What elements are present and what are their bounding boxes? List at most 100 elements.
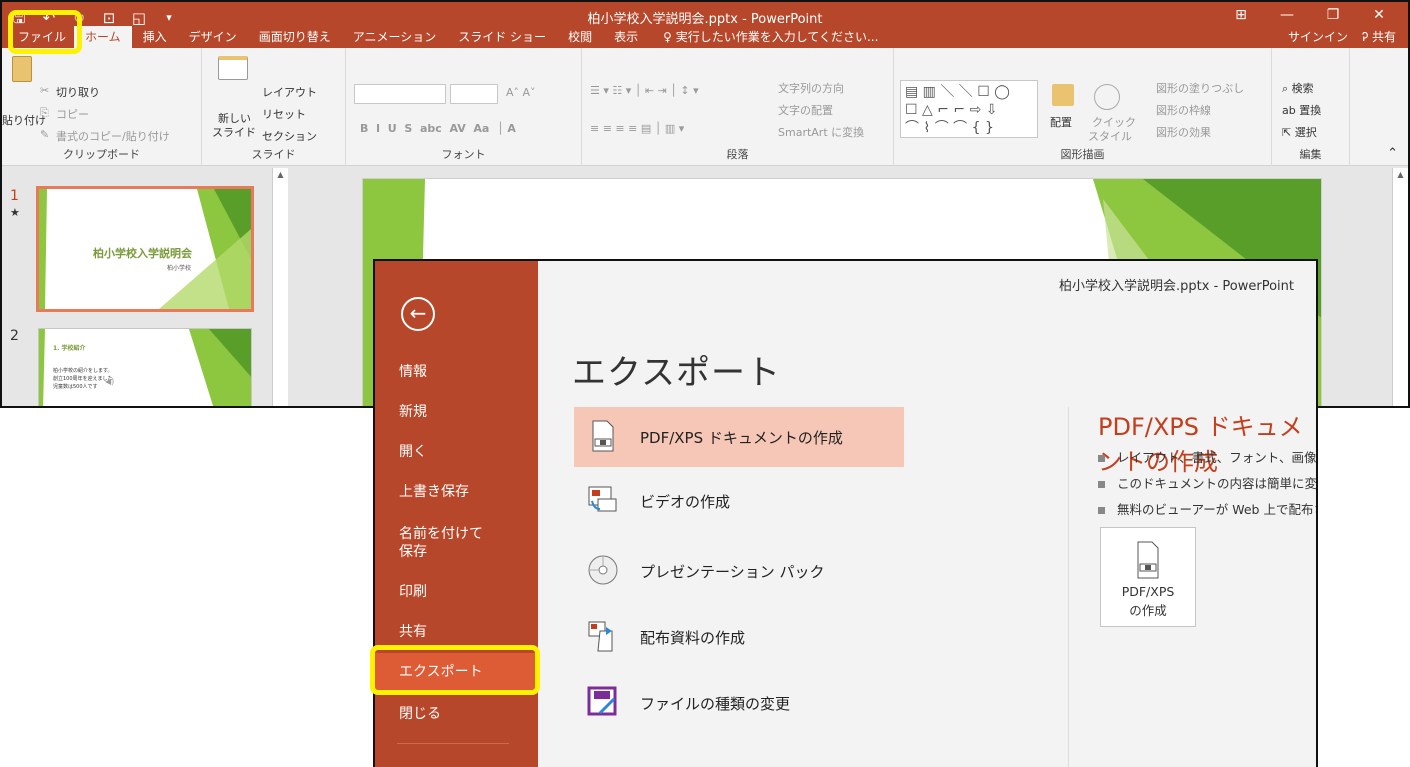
close-icon[interactable]: ✕ — [1356, 4, 1402, 26]
scroll-up-icon[interactable]: ▲ — [273, 168, 288, 182]
details-bullet-3-text: 無料のビューアーが Web 上で配布されています — [1117, 502, 1316, 517]
find-label: 検索 — [1291, 82, 1314, 95]
group-editing: ⌕ 検索 ab 置換 ⇱ 選択 編集 — [1272, 48, 1350, 166]
details-bullet-1: レイアウト、書式、フォント、画像がそのまま維持されます — [1098, 447, 1316, 466]
export-option-pdf[interactable]: PDF/XPS ドキュメントの作成 — [574, 407, 904, 467]
new-slide-line2[interactable]: スライド — [212, 124, 256, 140]
create-pdf-xps-button[interactable]: PDF/XPS の作成 — [1100, 527, 1196, 627]
text-direction-button[interactable]: 文字列の方向 — [778, 80, 844, 96]
font-format-buttons[interactable]: B I U S abc AV Aa │ A — [360, 122, 516, 135]
tab-slideshow[interactable]: スライド ショー — [447, 26, 557, 48]
group-paragraph: ☰ ▾ ☷ ▾ │ ⇤ ⇥ │ ↕ ▾ ≡ ≡ ≡ ≡ ▤ │ ▥ ▾ 文字列の… — [582, 48, 894, 166]
backstage-item-share[interactable]: 共有 — [375, 623, 538, 641]
grow-font-icon[interactable]: A˄ A˅ — [506, 86, 536, 99]
export-option-video[interactable]: ビデオの作成 — [574, 471, 904, 531]
slide2-line2: 創立100周年を迎えました — [53, 376, 113, 382]
slide1-thumbnail[interactable]: 柏小学校入学説明会 柏小学校 — [36, 186, 254, 312]
lightbulb-icon: ♀ — [663, 30, 676, 44]
paragraph-group-label: 段落 — [726, 148, 749, 161]
window-title: 柏小学校入学説明会.pptx - PowerPoint — [587, 12, 823, 27]
share-button[interactable]: Ꭾ 共有 — [1362, 26, 1396, 48]
ribbon-tabs: ファイル ホーム 挿入 デザイン 画面切り替え アニメーション スライド ショー… — [2, 26, 1408, 48]
alignment-icons[interactable]: ≡ ≡ ≡ ≡ ▤ │ ▥ ▾ — [590, 122, 684, 135]
backstage-item-save-as[interactable]: 名前を付けて 保存 — [375, 525, 538, 561]
collapse-ribbon-icon[interactable]: ⌃ — [1387, 146, 1398, 161]
backstage-item-print[interactable]: 印刷 — [375, 583, 538, 601]
reset-button[interactable]: リセット — [262, 106, 306, 122]
backstage-separator — [397, 743, 509, 744]
format-painter-button[interactable]: 書式のコピー/貼り付け — [56, 128, 170, 144]
paste-icon[interactable] — [12, 56, 32, 82]
tab-transitions[interactable]: 画面切り替え — [248, 26, 342, 48]
maximize-icon[interactable]: ❐ — [1310, 4, 1356, 26]
backstage-item-save[interactable]: 上書き保存 — [375, 483, 538, 501]
backstage-item-open[interactable]: 開く — [375, 443, 538, 461]
shape-fill-button[interactable]: 図形の塗りつぶし — [1156, 80, 1244, 96]
export-option-package[interactable]: プレゼンテーション パック — [574, 541, 904, 601]
copy-icon: ⎘ — [40, 106, 49, 119]
replace-button[interactable]: ab 置換 — [1282, 102, 1321, 118]
font-size-combo[interactable] — [450, 84, 498, 104]
bullets-icon[interactable]: ☰ ▾ ☷ ▾ │ ⇤ ⇥ │ ↕ ▾ — [590, 84, 699, 97]
new-slide-icon[interactable] — [218, 56, 248, 80]
editor-scrollbar[interactable]: ▲ — [1392, 168, 1408, 406]
select-button[interactable]: ⇱ 選択 — [1282, 124, 1317, 140]
copy-button[interactable]: コピー — [56, 106, 89, 122]
thumbnail-scrollbar[interactable]: ▲ — [272, 168, 288, 406]
pdf-document-icon — [592, 420, 614, 452]
layout-button[interactable]: レイアウト — [262, 84, 317, 100]
arrange-icon[interactable] — [1052, 84, 1074, 106]
format-painter-icon: ✎ — [40, 128, 50, 141]
export-option-handouts[interactable]: 配布資料の作成 — [574, 607, 904, 667]
ribbon-display-options-icon[interactable]: ⊞ — [1218, 4, 1264, 26]
window-controls: ⊞ — ❐ ✕ — [1218, 4, 1402, 26]
smartart-button[interactable]: SmartArt に変換 — [778, 124, 864, 140]
arrange-button[interactable]: 配置 — [1050, 114, 1072, 130]
export-option-change-type[interactable]: ファイルの種類の変更 — [574, 673, 904, 733]
slide2-line1: 柏小学校の紹介をします。 — [53, 368, 113, 374]
quick-styles-icon[interactable] — [1094, 84, 1120, 110]
minimize-icon[interactable]: — — [1264, 4, 1310, 26]
editor-scroll-up-icon[interactable]: ▲ — [1393, 168, 1408, 182]
create-pdf-line2: の作成 — [1129, 603, 1167, 618]
align-text-button[interactable]: 文字の配置 — [778, 102, 833, 118]
tell-me-box[interactable]: ♀ 実行したい作業を入力してください... — [649, 26, 889, 48]
tab-insert[interactable]: 挿入 — [132, 26, 178, 48]
backstage-item-new[interactable]: 新規 — [375, 403, 538, 421]
bullet-square-icon — [1098, 481, 1105, 488]
details-bullet-2: このドキュメントの内容は簡単に変更できません — [1098, 473, 1318, 492]
quick-styles-line2[interactable]: スタイル — [1088, 128, 1132, 144]
back-arrow-icon[interactable]: ← — [401, 297, 435, 331]
export-option-pdf-label: PDF/XPS ドキュメントの作成 — [640, 429, 843, 447]
section-button[interactable]: セクション — [262, 128, 317, 144]
tab-review[interactable]: 校閲 — [557, 26, 603, 48]
page-title: エクスポート — [572, 353, 781, 393]
tell-me-text: 実行したい作業を入力してください... — [675, 30, 879, 44]
find-button[interactable]: ⌕ 検索 — [1282, 80, 1314, 96]
replace-icon: ab — [1282, 104, 1300, 117]
export-option-package-label: プレゼンテーション パック — [640, 563, 825, 581]
tab-animations[interactable]: アニメーション — [342, 26, 448, 48]
slide2-line3: 児童数は500人です — [53, 384, 98, 390]
signin-link[interactable]: サインイン — [1288, 26, 1348, 48]
details-bullet-2-text: このドキュメントの内容は簡単に変更できません — [1117, 476, 1318, 491]
tab-design[interactable]: デザイン — [178, 26, 248, 48]
select-label: 選択 — [1294, 126, 1317, 139]
bullet-square-icon — [1098, 507, 1105, 514]
shape-effects-button[interactable]: 図形の効果 — [1156, 124, 1211, 140]
slide2-thumbnail[interactable]: 1. 学校紹介 柏小学校の紹介をします。 創立100周年を迎えました 児童数は5… — [38, 328, 252, 406]
slide-thumbnail-pane: 1 ★ 柏小学校入学説明会 柏小学校 2 1. 学校紹介 柏小学校の紹介をします… — [2, 168, 290, 406]
font-name-combo[interactable] — [354, 84, 446, 104]
backstage-item-info[interactable]: 情報 — [375, 363, 538, 381]
screenshot: 🖫 ↶ ↻ ⊡ ◱ ▾ 柏小学校入学説明会.pptx - PowerPoint … — [0, 0, 1410, 767]
shape-outline-button[interactable]: 図形の枠線 — [1156, 102, 1211, 118]
cut-button[interactable]: 切り取り — [56, 84, 100, 100]
backstage-item-close[interactable]: 閉じる — [375, 705, 538, 723]
tab-home[interactable]: ホーム — [74, 26, 132, 48]
share-label: 共有 — [1371, 30, 1396, 44]
slide1-number: 1 — [10, 188, 19, 204]
export-option-handouts-label: 配布資料の作成 — [640, 629, 746, 647]
slide2-heading: 1. 学校紹介 — [53, 345, 86, 352]
tab-view[interactable]: 表示 — [603, 26, 649, 48]
shapes-gallery[interactable]: ▤ ▥ ＼ ＼ ☐ ◯ ☐ △ ⌐ ⌐ ⇨ ⇩ ⌒ ⌇ ⌒ ⌒ { } — [900, 80, 1038, 138]
